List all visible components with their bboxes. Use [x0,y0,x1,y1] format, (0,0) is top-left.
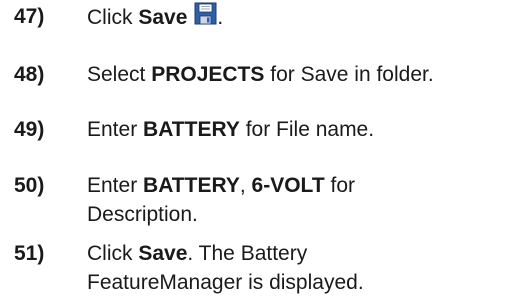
step-number: 48) [14,63,45,86]
step-text: Click Save . [87,2,517,32]
step-text-part: Enter [87,174,144,197]
step-text-part: . [217,6,224,29]
save-floppy-icon [194,2,217,25]
step-text-part: for [324,174,355,197]
step-text-part: Enter [87,118,144,141]
step-text-part: . The Battery [187,242,308,265]
step-text-part: Click [87,242,139,265]
step-number: 47) [14,5,45,28]
step-text-line2: FeatureManager is displayed. [87,271,364,294]
step-number: 50) [14,174,45,197]
step-text-bold: BATTERY [143,118,240,141]
step-text-part: Select [87,63,152,86]
step-text-part: , [239,174,252,197]
step-text-part: for File name. [239,118,375,141]
step-text-bold: PROJECTS [151,63,265,86]
step-number: 51) [14,242,45,265]
step-text-line2: Description. [87,203,198,226]
instruction-steps-list: 47) Click Save . 48) Select PROJECTS for… [0,0,526,297]
step-text: Enter BATTERY for File name. [87,115,517,144]
step-text: Select PROJECTS for Save in folder. [87,60,517,89]
step-text-part: for Save in folder. [264,63,434,86]
step-text-part: Click [87,6,139,29]
step-text: Click Save. The Battery FeatureManager is… [87,239,517,297]
step-text-bold: BATTERY [143,174,240,197]
step-text-bold: Save [138,6,188,29]
step-number: 49) [14,118,45,141]
step-text-bold: 6-VOLT [251,174,325,197]
step-text-bold: Save [138,242,188,265]
step-text: Enter BATTERY, 6-VOLT for Description. [87,171,517,229]
